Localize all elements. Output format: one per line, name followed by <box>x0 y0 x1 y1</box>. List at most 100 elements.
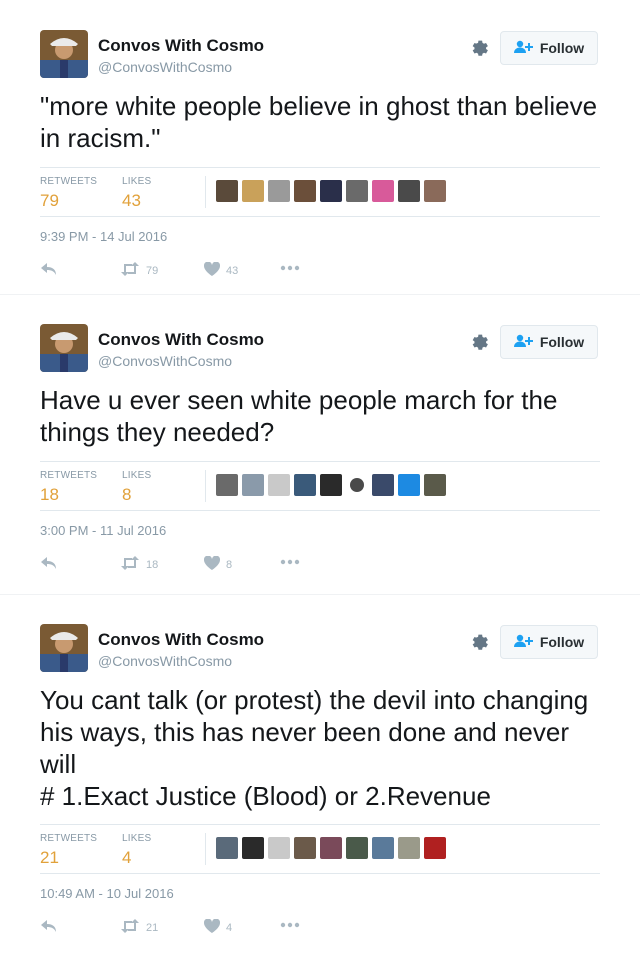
liker-avatar[interactable] <box>398 837 420 859</box>
likes-label: LIKES <box>122 470 152 481</box>
retweet-button[interactable]: 79 <box>120 262 158 279</box>
reply-button[interactable] <box>40 919 58 936</box>
liker-avatar[interactable] <box>372 474 394 496</box>
like-count: 8 <box>226 558 233 571</box>
liker-avatar[interactable] <box>268 837 290 859</box>
liker-avatar[interactable] <box>216 180 238 202</box>
gear-icon[interactable] <box>469 631 491 653</box>
avatar[interactable] <box>40 324 88 372</box>
retweets-count: 79 <box>40 191 59 210</box>
reply-icon <box>40 262 58 279</box>
tweet-card: Convos With Cosmo @ConvosWithCosmo Follo… <box>0 294 640 594</box>
display-name[interactable]: Convos With Cosmo <box>98 630 264 650</box>
likes-stat[interactable]: LIKES 43 <box>122 176 151 211</box>
liker-avatar[interactable] <box>320 180 342 202</box>
tweet-timestamp[interactable]: 9:39 PM - 14 Jul 2016 <box>40 229 167 244</box>
tweet-stats: RETWEETS 79 LIKES 43 <box>40 167 600 217</box>
tweet-actions: 18 8 <box>40 555 340 576</box>
liker-avatars <box>216 180 446 202</box>
tweet-text: You cant talk (or protest) the devil int… <box>40 685 589 811</box>
retweets-stat[interactable]: RETWEETS 79 <box>40 176 97 211</box>
liker-avatar[interactable] <box>350 478 364 492</box>
gear-icon[interactable] <box>469 37 491 59</box>
liker-avatar[interactable] <box>398 180 420 202</box>
divider <box>205 176 206 208</box>
retweet-count: 79 <box>146 264 159 277</box>
follow-button[interactable]: Follow <box>500 31 598 65</box>
follow-label: Follow <box>539 334 585 350</box>
like-button[interactable]: 43 <box>203 261 238 279</box>
tweet-actions: 21 4 <box>40 918 340 939</box>
follow-label: Follow <box>539 634 585 650</box>
liker-avatar[interactable] <box>242 837 264 859</box>
retweets-stat[interactable]: RETWEETS 21 <box>40 833 97 868</box>
tweet-actions: 79 43 <box>40 261 340 282</box>
liker-avatar[interactable] <box>242 474 264 496</box>
liker-avatar[interactable] <box>216 474 238 496</box>
tweet-stats: RETWEETS 18 LIKES 8 <box>40 461 600 511</box>
follow-button[interactable]: Follow <box>500 325 598 359</box>
reply-icon <box>40 556 58 573</box>
liker-avatar[interactable] <box>346 180 368 202</box>
liker-avatar[interactable] <box>424 474 446 496</box>
display-name[interactable]: Convos With Cosmo <box>98 330 264 350</box>
likes-label: LIKES <box>122 176 152 187</box>
retweets-label: RETWEETS <box>40 470 98 481</box>
liker-avatar[interactable] <box>294 180 316 202</box>
like-button[interactable]: 8 <box>203 555 233 573</box>
like-count: 4 <box>226 921 233 934</box>
tweet-timestamp[interactable]: 10:49 AM - 10 Jul 2016 <box>40 886 174 901</box>
more-button[interactable] <box>280 556 300 568</box>
gear-icon[interactable] <box>469 331 491 353</box>
liker-avatar[interactable] <box>294 837 316 859</box>
tweet-timestamp[interactable]: 3:00 PM - 11 Jul 2016 <box>40 523 166 538</box>
more-button[interactable] <box>280 262 300 274</box>
avatar[interactable] <box>40 30 88 78</box>
liker-avatar[interactable] <box>372 180 394 202</box>
heart-icon <box>203 918 221 936</box>
add-user-icon <box>513 40 534 57</box>
liker-avatars <box>216 837 446 859</box>
reply-button[interactable] <box>40 262 58 279</box>
retweets-stat[interactable]: RETWEETS 18 <box>40 470 97 505</box>
retweet-icon <box>120 919 140 936</box>
user-handle[interactable]: @ConvosWithCosmo <box>98 653 232 669</box>
reply-icon <box>40 919 58 936</box>
likes-count: 43 <box>122 191 141 210</box>
likes-count: 8 <box>122 485 132 504</box>
likes-label: LIKES <box>122 833 152 844</box>
likes-stat[interactable]: LIKES 8 <box>122 470 151 505</box>
more-button[interactable] <box>280 919 300 931</box>
user-handle[interactable]: @ConvosWithCosmo <box>98 59 232 75</box>
tweet-text: "more white people believe in ghost than… <box>40 91 598 153</box>
retweets-count: 18 <box>40 485 59 504</box>
liker-avatar[interactable] <box>294 474 316 496</box>
liker-avatar[interactable] <box>268 180 290 202</box>
liker-avatar[interactable] <box>268 474 290 496</box>
liker-avatar[interactable] <box>424 180 446 202</box>
liker-avatar[interactable] <box>398 474 420 496</box>
liker-avatar[interactable] <box>216 837 238 859</box>
liker-avatar[interactable] <box>424 837 446 859</box>
follow-button[interactable]: Follow <box>500 625 598 659</box>
like-button[interactable]: 4 <box>203 918 233 936</box>
liker-avatar[interactable] <box>320 837 342 859</box>
more-icon <box>280 919 300 931</box>
likes-stat[interactable]: LIKES 4 <box>122 833 151 868</box>
liker-avatar[interactable] <box>242 180 264 202</box>
avatar[interactable] <box>40 624 88 672</box>
reply-button[interactable] <box>40 556 58 573</box>
user-handle[interactable]: @ConvosWithCosmo <box>98 353 232 369</box>
liker-avatar[interactable] <box>346 837 368 859</box>
liker-avatar[interactable] <box>372 837 394 859</box>
liker-avatar[interactable] <box>320 474 342 496</box>
follow-label: Follow <box>539 40 585 56</box>
heart-icon <box>203 555 221 573</box>
liker-avatars <box>216 474 446 496</box>
retweets-label: RETWEETS <box>40 176 98 187</box>
retweet-button[interactable]: 21 <box>120 919 158 936</box>
divider <box>205 470 206 502</box>
retweet-count: 18 <box>146 558 159 571</box>
retweet-button[interactable]: 18 <box>120 556 158 573</box>
display-name[interactable]: Convos With Cosmo <box>98 36 264 56</box>
